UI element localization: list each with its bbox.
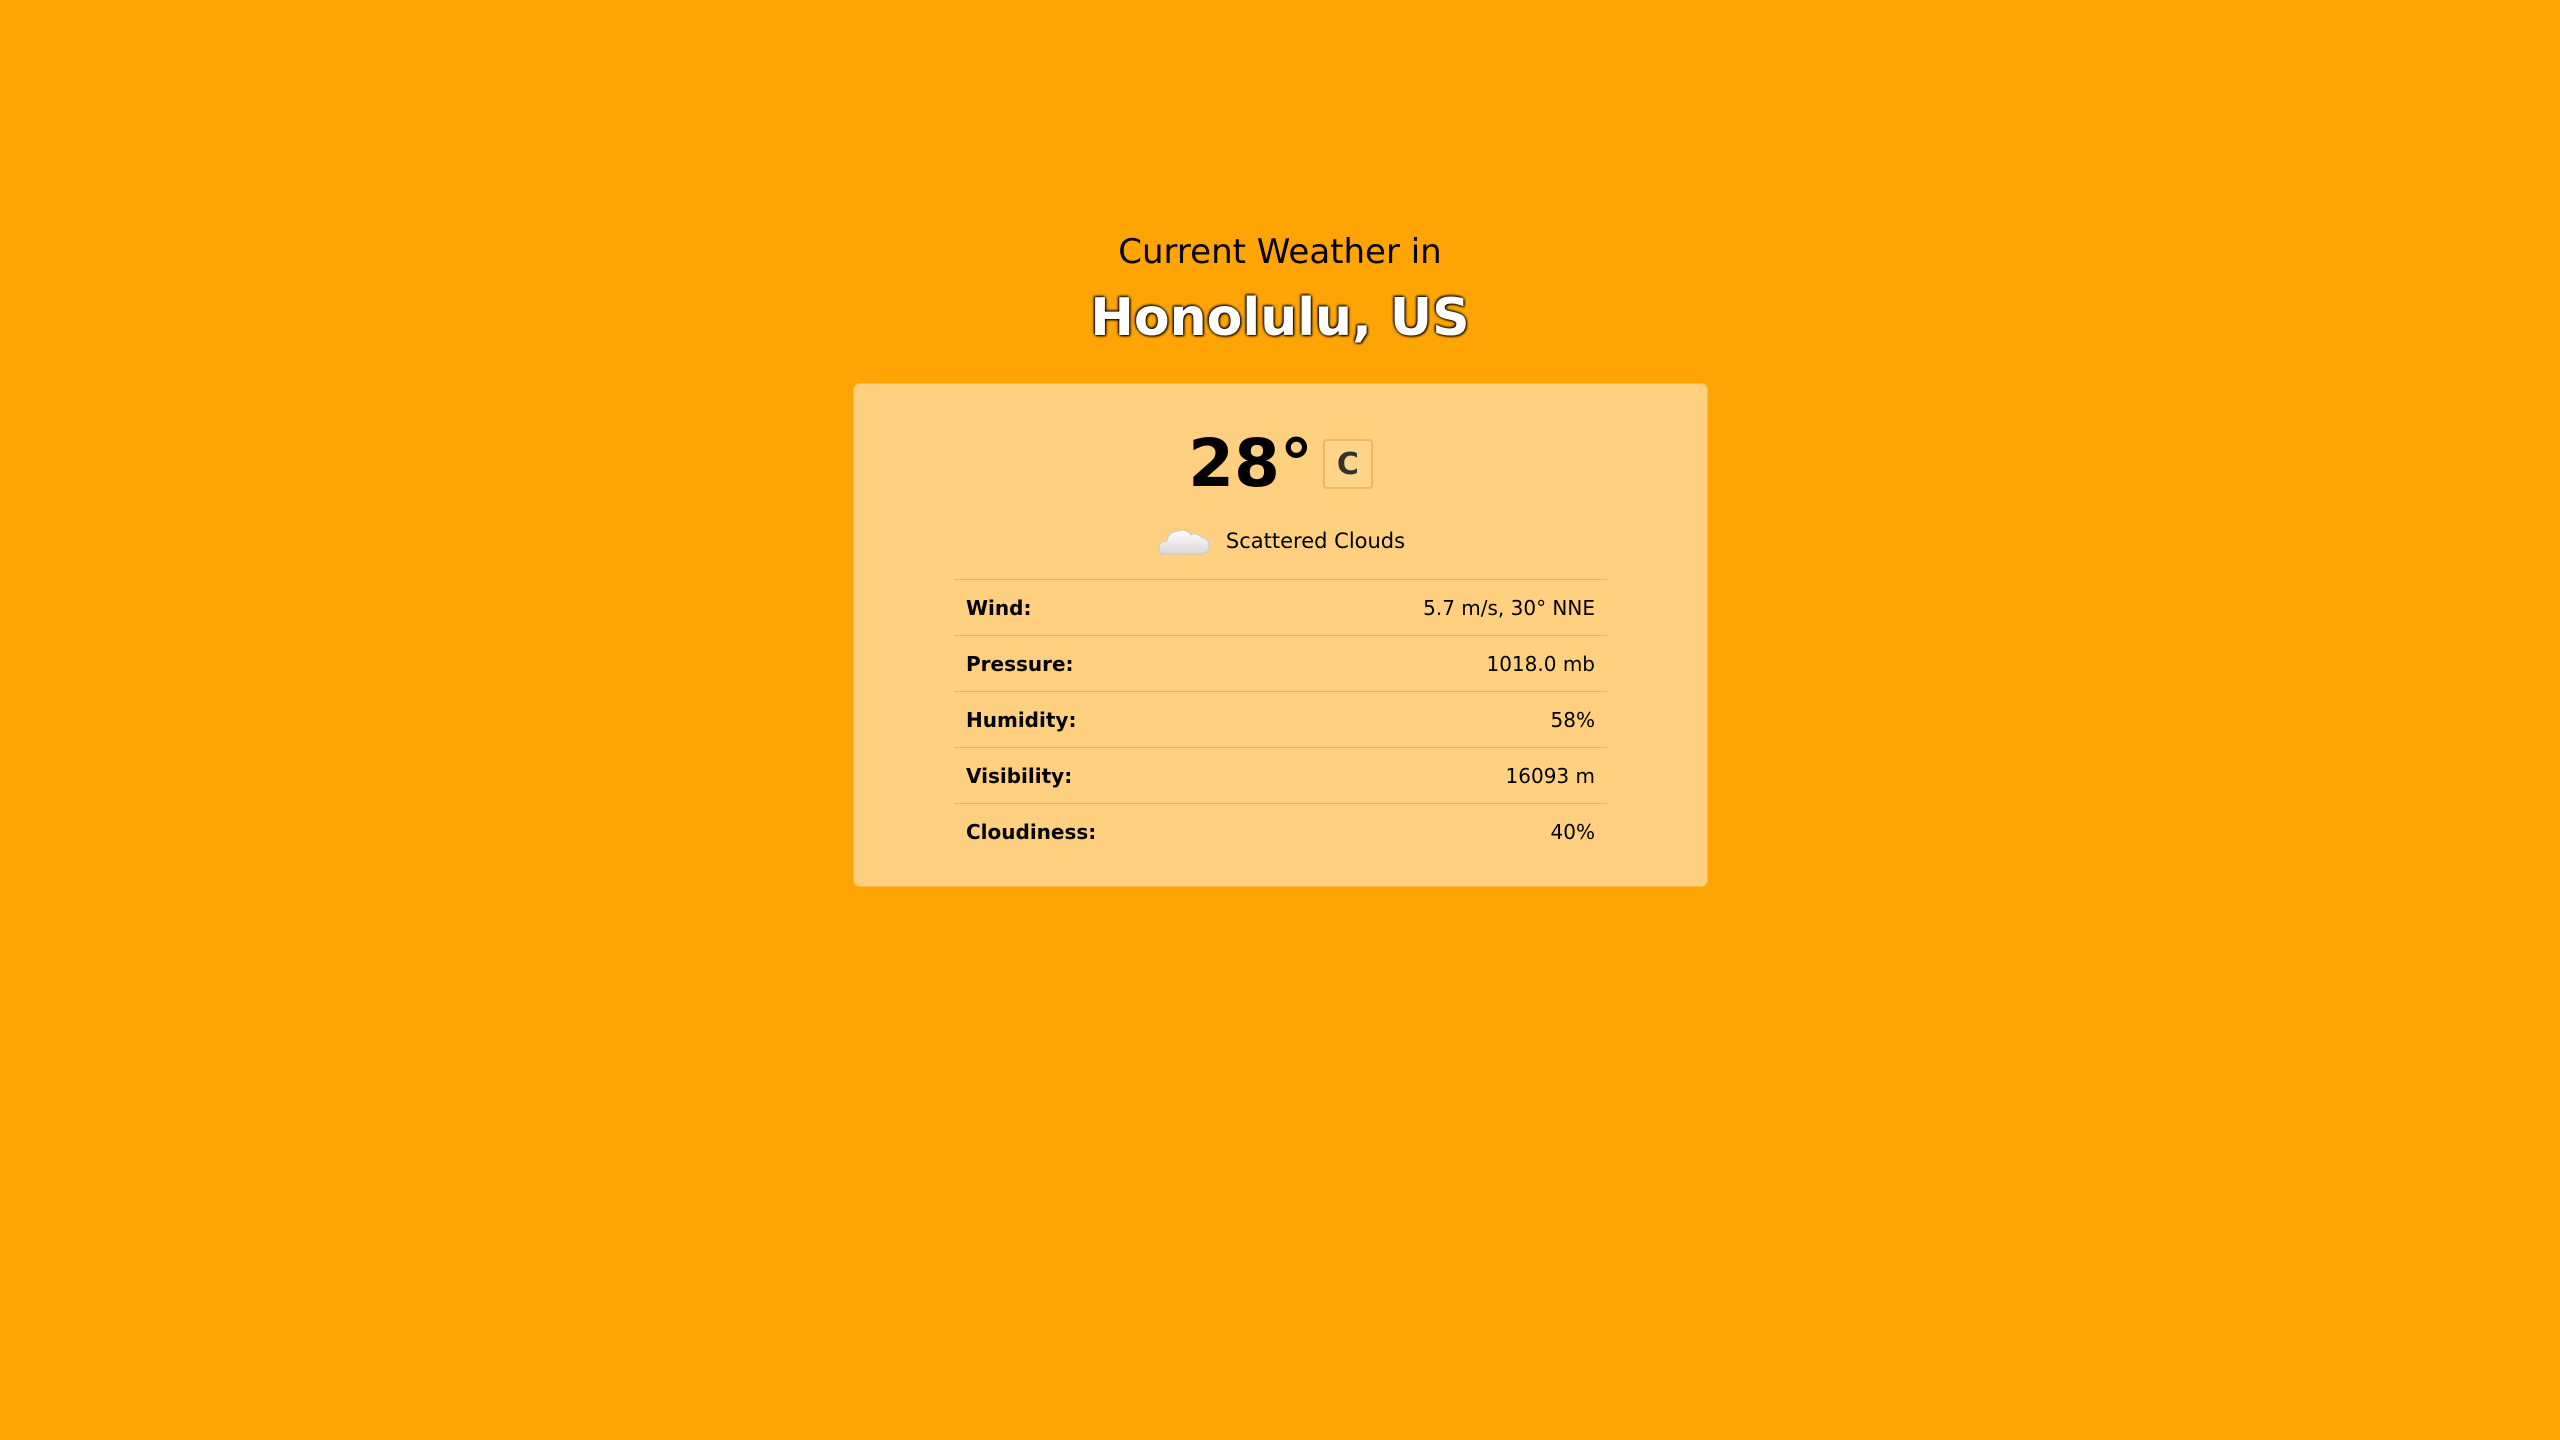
visibility-label: Visibility: [966,763,1073,788]
table-row: Cloudiness: 40% [954,803,1607,860]
condition-row: Scattered Clouds [854,516,1707,566]
location-title: Honolulu, US [1090,288,1470,348]
temperature-value: 28° [1188,425,1313,502]
condition-text: Scattered Clouds [1225,529,1406,553]
table-row: Visibility: 16093 m [954,747,1607,804]
table-row: Pressure: 1018.0 mb [954,635,1607,692]
weather-card: 28° C Scattered Clouds Wind: 5.7 m/s, 30… [854,384,1707,886]
weather-page: Current Weather in Honolulu, US 28° C Sc… [0,0,2560,1440]
cloudiness-value: 40% [1550,819,1595,844]
visibility-value: 16093 m [1505,763,1595,788]
pressure-label: Pressure: [966,651,1074,676]
page-subtitle: Current Weather in [1118,232,1442,272]
pressure-value: 1018.0 mb [1486,651,1595,676]
cloudiness-label: Cloudiness: [966,819,1097,844]
wind-value: 5.7 m/s, 30° NNE [1423,595,1595,620]
unit-toggle-button[interactable]: C [1322,439,1373,489]
table-row: Wind: 5.7 m/s, 30° NNE [954,579,1607,636]
page-heading: Current Weather in Honolulu, US [0,222,2560,354]
weather-details-table: Wind: 5.7 m/s, 30° NNE Pressure: 1018.0 … [954,579,1607,859]
temperature-row: 28° C [854,414,1707,514]
cloud-icon [1156,524,1212,558]
humidity-label: Humidity: [966,707,1077,732]
humidity-value: 58% [1550,707,1595,732]
wind-label: Wind: [966,595,1032,620]
table-row: Humidity: 58% [954,691,1607,748]
